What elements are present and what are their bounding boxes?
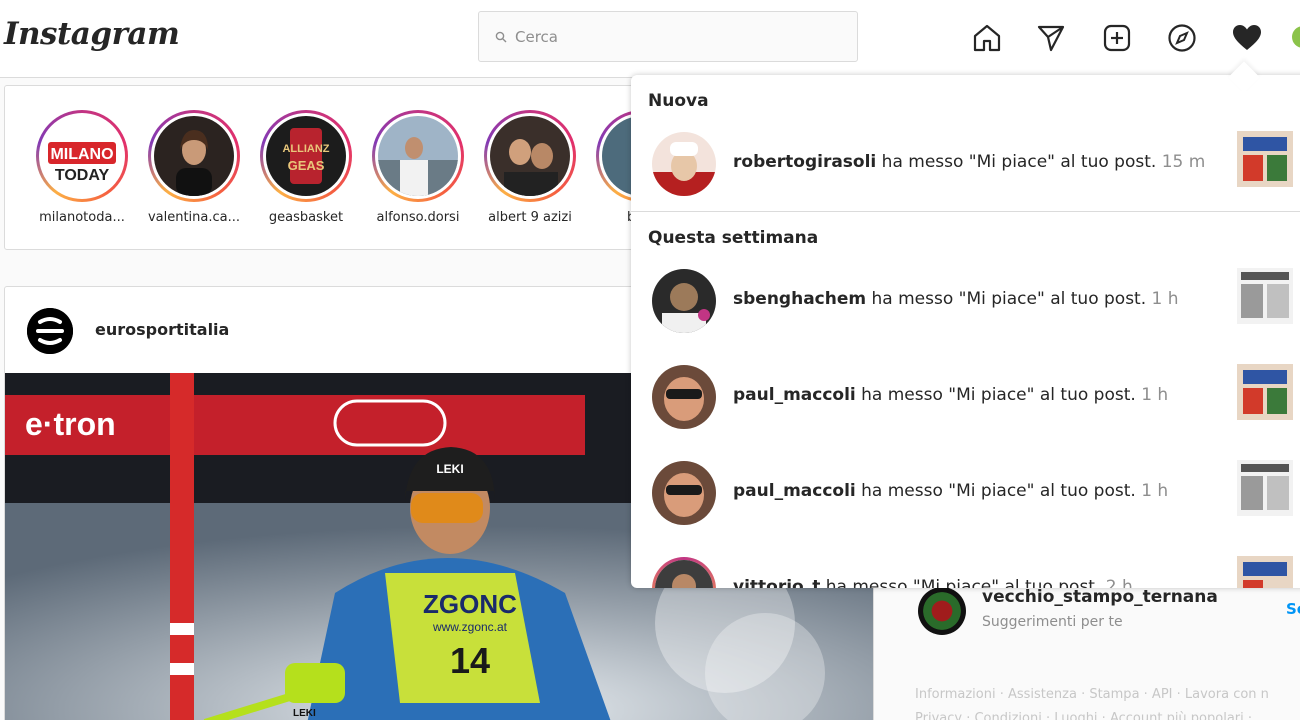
story-avatar: ALLIANZ GEAS — [266, 116, 346, 196]
notification-username[interactable]: paul_maccoli — [733, 385, 856, 405]
profile-avatar[interactable] — [1292, 26, 1300, 48]
notification-post-thumbnail[interactable] — [1237, 364, 1293, 420]
new-post-button[interactable] — [1100, 21, 1134, 55]
notification-action: ha messo "Mi piace" al tuo post. — [825, 577, 1101, 588]
notification-post-thumbnail[interactable] — [1237, 131, 1293, 187]
story-avatar — [378, 116, 458, 196]
bib-url: www.zgonc.at — [432, 620, 508, 634]
notification-time: 1 h — [1151, 289, 1179, 309]
notification-avatar[interactable] — [652, 461, 716, 525]
notification-item[interactable]: sbenghachem ha messo "Mi piace" al tuo p… — [631, 252, 1300, 348]
story-item[interactable]: albert 9 azizi — [475, 110, 585, 225]
notification-username[interactable]: sbenghachem — [733, 289, 866, 309]
footer-links-row[interactable]: Privacy · Condizioni · Luoghi · Account … — [915, 707, 1300, 720]
instagram-logo[interactable]: Instagram — [4, 16, 180, 52]
post-username[interactable]: eurosportitalia — [95, 320, 229, 339]
post-author-avatar[interactable] — [27, 308, 73, 354]
search-box[interactable] — [478, 11, 858, 62]
notification-avatar[interactable] — [652, 365, 716, 429]
footer-links: Informazioni · Assistenza · Stampa · API… — [915, 683, 1300, 720]
notification-text: robertogirasoli ha messo "Mi piace" al t… — [733, 152, 1205, 172]
direct-icon — [1037, 25, 1065, 52]
activity-heart-icon — [1233, 25, 1261, 50]
notification-action: ha messo "Mi piace" al tuo post. — [861, 385, 1136, 405]
activity-button[interactable] — [1230, 21, 1264, 55]
suggestion-subtitle: Suggerimenti per te — [982, 614, 1123, 630]
svg-text:GEAS: GEAS — [288, 158, 325, 173]
notification-action: ha messo "Mi piace" al tuo post. — [871, 289, 1147, 309]
notification-post-thumbnail[interactable] — [1237, 556, 1293, 588]
suggestion-item: vecchio_stampo_ternana Suggerimenti per … — [918, 583, 1300, 635]
footer-links-row[interactable]: Informazioni · Assistenza · Stampa · API… — [915, 683, 1300, 707]
story-avatar: MILANO TODAY — [42, 116, 122, 196]
notification-action: ha messo "Mi piace" al tuo post. — [861, 481, 1136, 501]
direct-messages-button[interactable] — [1034, 21, 1068, 55]
notification-username[interactable]: robertogirasoli — [733, 152, 876, 172]
notification-avatar[interactable] — [652, 132, 716, 196]
story-username: albert 9 azizi — [488, 210, 572, 225]
section-title-week: Questa settimana — [648, 228, 819, 248]
search-input[interactable] — [515, 27, 815, 46]
story-item[interactable]: MILANO TODAY milanotoda... — [27, 110, 137, 225]
svg-text:ALLIANZ: ALLIANZ — [282, 143, 329, 155]
search-icon — [495, 31, 507, 42]
notification-text: paul_maccoli ha messo "Mi piace" al tuo … — [733, 385, 1168, 405]
notification-time: 1 h — [1141, 385, 1169, 405]
follow-button[interactable]: Se — [1286, 600, 1300, 618]
top-navigation-bar: Instagram — [0, 0, 1300, 78]
notification-item[interactable]: paul_maccoli ha messo "Mi piace" al tuo … — [631, 444, 1300, 540]
svg-text:TODAY: TODAY — [55, 167, 110, 184]
notification-avatar[interactable] — [652, 269, 716, 333]
new-post-icon — [1103, 24, 1131, 52]
story-item[interactable]: ALLIANZ GEAS geasbasket — [251, 110, 361, 225]
story-username: alfonso.dorsi — [376, 210, 460, 225]
svg-text:MILANO: MILANO — [50, 146, 113, 163]
notification-username[interactable]: vittorio_t — [733, 577, 820, 588]
svg-text:e·tron: e·tron — [25, 406, 116, 442]
notification-text: sbenghachem ha messo "Mi piace" al tuo p… — [733, 289, 1179, 309]
explore-icon — [1168, 24, 1196, 52]
notification-item[interactable]: vittorio_t ha messo "Mi piace" al tuo po… — [631, 540, 1300, 588]
notification-action: ha messo "Mi piace" al tuo post. — [881, 152, 1157, 172]
story-avatar — [154, 116, 234, 196]
svg-text:LEKI: LEKI — [436, 462, 463, 476]
notification-time: 1 h — [1141, 481, 1169, 501]
home-button[interactable] — [970, 21, 1004, 55]
leki-label: LEKI — [293, 708, 316, 719]
story-username: geasbasket — [268, 210, 344, 225]
notification-text: vittorio_t ha messo "Mi piace" al tuo po… — [733, 577, 1133, 588]
story-username: milanotoda... — [39, 210, 125, 225]
story-item[interactable]: valentina.ca... — [139, 110, 249, 225]
notification-post-thumbnail[interactable] — [1237, 268, 1293, 324]
bib-sponsor: ZGONC — [423, 589, 517, 619]
notification-text: paul_maccoli ha messo "Mi piace" al tuo … — [733, 481, 1168, 501]
activity-popup: Nuova robertogirasoli ha messo "Mi piace… — [631, 75, 1300, 588]
notification-item[interactable]: robertogirasoli ha messo "Mi piace" al t… — [631, 115, 1300, 211]
explore-button[interactable] — [1165, 21, 1199, 55]
notification-avatar[interactable] — [652, 557, 716, 588]
story-avatar — [490, 116, 570, 196]
story-username: valentina.ca... — [147, 210, 241, 225]
bib-number: 14 — [450, 640, 490, 681]
notification-post-thumbnail[interactable] — [1237, 460, 1293, 516]
notification-username[interactable]: paul_maccoli — [733, 481, 856, 501]
notification-item[interactable]: paul_maccoli ha messo "Mi piace" al tuo … — [631, 348, 1300, 444]
story-item[interactable]: alfonso.dorsi — [363, 110, 473, 225]
notification-time: 2 h — [1105, 577, 1133, 588]
suggestion-avatar[interactable] — [918, 587, 966, 635]
section-title-new: Nuova — [648, 91, 709, 111]
suggestion-username[interactable]: vecchio_stampo_ternana — [982, 587, 1218, 607]
notification-time: 15 m — [1161, 152, 1206, 172]
home-icon — [973, 24, 1001, 52]
